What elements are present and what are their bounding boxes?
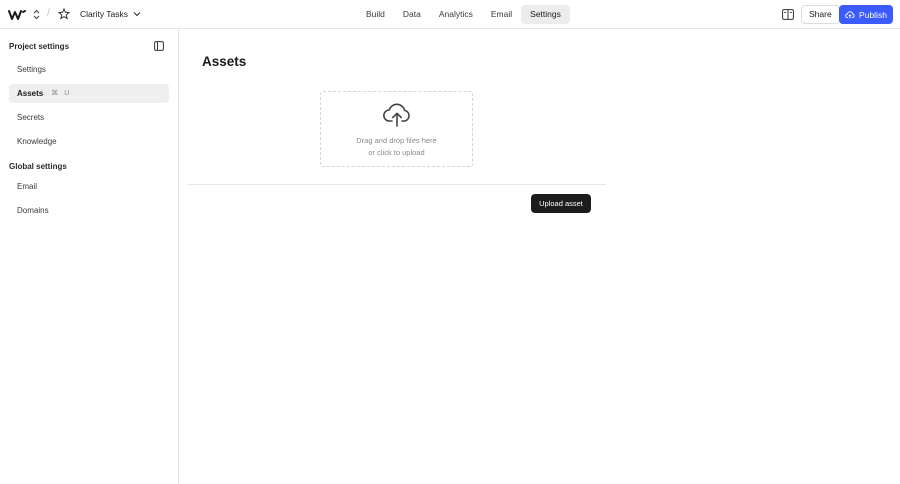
nav-data[interactable]: Data <box>394 5 430 24</box>
main-nav: Build Data Analytics Email Settings <box>357 5 570 24</box>
sidebar-item-assets[interactable]: Assets ⌘ U <box>9 84 169 103</box>
publish-label: Publish <box>859 9 887 20</box>
project-name: Clarity Tasks <box>80 9 129 19</box>
nav-email[interactable]: Email <box>482 5 521 24</box>
sidebar-item-label: Knowledge <box>17 137 57 146</box>
divider <box>188 184 606 185</box>
dropzone-instructions: Drag and drop files here or click to upl… <box>356 135 436 158</box>
nav-settings[interactable]: Settings <box>521 5 570 24</box>
nav-analytics[interactable]: Analytics <box>430 5 482 24</box>
breadcrumb-separator: / <box>47 7 51 19</box>
chevron-down-icon <box>133 12 141 17</box>
sidebar-item-label: Settings <box>17 65 46 74</box>
publish-button[interactable]: Publish <box>839 5 893 24</box>
cloud-upload-icon <box>845 10 855 18</box>
panel-toggle-icon[interactable] <box>782 9 794 20</box>
sidebar-item-label: Domains <box>17 206 49 215</box>
dropzone-line-1: Drag and drop files here <box>356 136 437 145</box>
sidebar-item-knowledge[interactable]: Knowledge <box>9 132 169 151</box>
global-settings-heading: Global settings <box>9 162 67 171</box>
sidebar-item-label: Secrets <box>17 113 45 122</box>
star-icon[interactable] <box>58 8 70 20</box>
sidebar-item-label: Email <box>17 182 38 191</box>
project-settings-heading: Project settings <box>9 42 70 51</box>
sidebar-collapse-icon[interactable] <box>154 41 164 51</box>
sidebar-item-email[interactable]: Email <box>9 177 169 196</box>
project-switcher[interactable]: Clarity Tasks <box>80 9 141 19</box>
chevron-up-down-icon[interactable] <box>32 9 41 20</box>
sidebar-item-settings[interactable]: Settings <box>9 60 169 79</box>
share-button[interactable]: Share <box>801 5 840 24</box>
page-title: Assets <box>202 54 247 69</box>
sidebar-item-domains[interactable]: Domains <box>9 201 169 220</box>
logo-icon[interactable] <box>8 8 27 22</box>
dropzone-line-2: or click to upload <box>368 147 425 157</box>
sidebar-item-secrets[interactable]: Secrets <box>9 108 169 127</box>
keyboard-shortcut: ⌘ U <box>51 90 72 97</box>
top-bar: / Clarity Tasks Build Data Analytics Ema… <box>0 0 900 29</box>
sidebar: Project settings Settings Assets ⌘ U Sec… <box>0 29 179 484</box>
upload-dropzone[interactable]: Drag and drop files here or click to upl… <box>320 91 473 167</box>
upload-asset-button[interactable]: Upload asset <box>531 194 591 213</box>
nav-build[interactable]: Build <box>357 5 394 24</box>
sidebar-item-label: Assets <box>17 89 44 98</box>
cloud-upload-icon <box>382 103 410 127</box>
